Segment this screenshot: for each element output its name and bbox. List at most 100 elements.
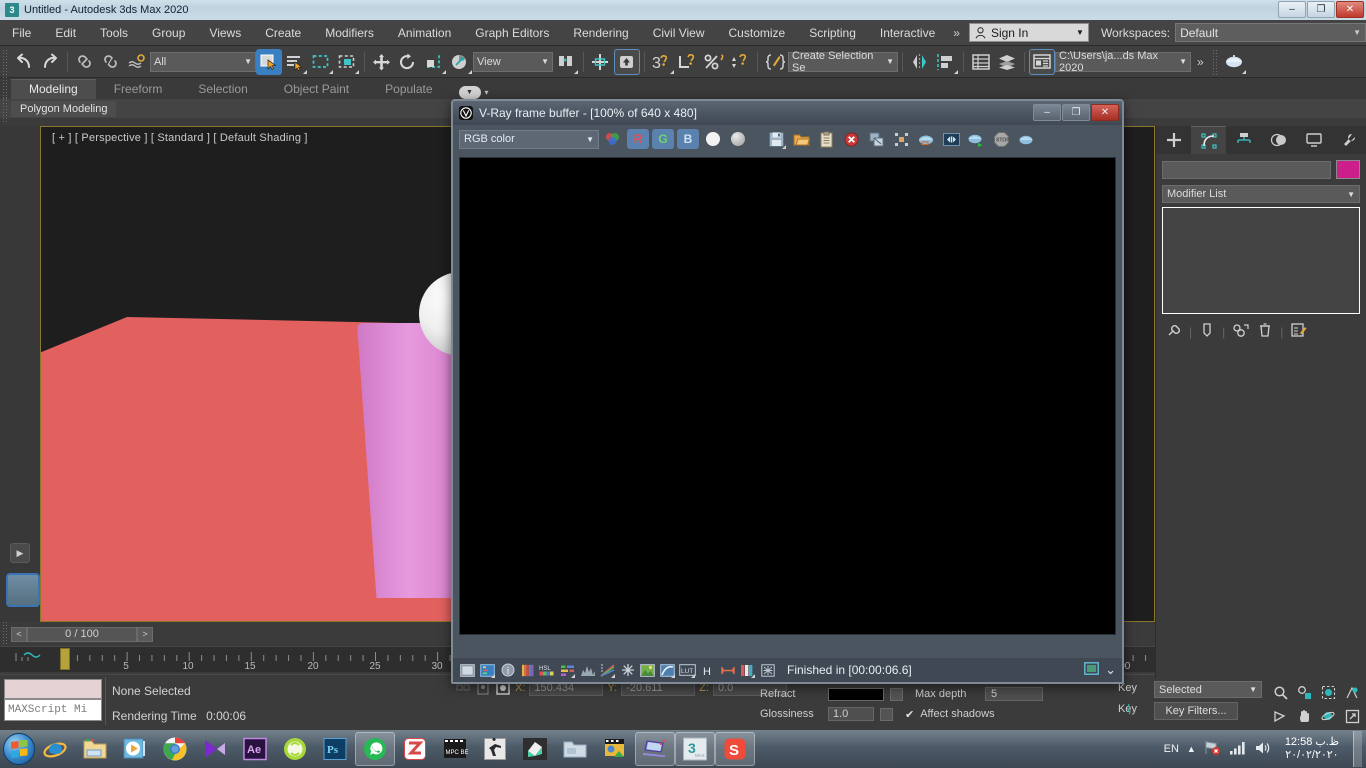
vfb-close-button[interactable]: ✕: [1091, 104, 1119, 121]
chevron-down-icon[interactable]: ▼: [1179, 57, 1187, 66]
media-player-icon[interactable]: [115, 732, 155, 766]
mirror-icon[interactable]: [907, 49, 933, 75]
toolbar-grip[interactable]: [2, 48, 9, 75]
named-selection-sets-icon[interactable]: [762, 49, 788, 75]
key-mode-dropdown[interactable]: Selected ▼: [1154, 681, 1262, 698]
menu-views[interactable]: Views: [197, 22, 253, 44]
whatsapp-icon[interactable]: [355, 732, 395, 766]
volume-icon[interactable]: [1254, 741, 1271, 758]
stop-render-icon[interactable]: STOP: [990, 128, 1012, 150]
zoom-all-icon[interactable]: [1292, 680, 1316, 704]
eraser-icon[interactable]: [515, 732, 555, 766]
close-button[interactable]: ✕: [1336, 1, 1364, 18]
window-crossing-toggle-icon[interactable]: [334, 49, 360, 75]
menu-scripting[interactable]: Scripting: [797, 22, 868, 44]
redo-icon[interactable]: [37, 49, 63, 75]
internet-explorer-icon[interactable]: [35, 732, 75, 766]
select-and-link-icon[interactable]: [72, 49, 98, 75]
spinner-snap-toggle-icon[interactable]: [727, 49, 753, 75]
monochrome-icon[interactable]: [727, 128, 749, 150]
green-channel-icon[interactable]: G: [652, 129, 674, 149]
prev-frame-button[interactable]: <: [11, 626, 27, 642]
start-orb[interactable]: [3, 733, 35, 765]
chevron-down-icon[interactable]: ▼: [586, 135, 594, 144]
rectangular-selection-region-icon[interactable]: [308, 49, 334, 75]
create-tab[interactable]: [1156, 126, 1191, 154]
tab-selection[interactable]: Selection: [180, 80, 265, 99]
set-key-icon[interactable]: ⌇: [1126, 702, 1132, 718]
vfb-restore-button[interactable]: ❐: [1062, 104, 1090, 121]
color-corrections-icon[interactable]: [479, 662, 496, 679]
vfb-stamp-icon[interactable]: [1084, 662, 1099, 678]
reference-coordinate-dropdown[interactable]: View ▼: [473, 51, 553, 72]
maximize-viewport-icon[interactable]: [1268, 704, 1292, 728]
time-slider-handle[interactable]: [60, 648, 70, 670]
chevron-down-icon[interactable]: ▼: [1353, 28, 1361, 37]
align-icon[interactable]: [933, 49, 959, 75]
menu-create[interactable]: Create: [253, 22, 313, 44]
mpc-be-icon[interactable]: MPC BE: [435, 732, 475, 766]
force-color-clamp-icon[interactable]: [759, 662, 776, 679]
select-and-rotate-icon[interactable]: [395, 49, 421, 75]
field-of-view-icon[interactable]: [1340, 680, 1364, 704]
menu-file[interactable]: File: [0, 22, 43, 44]
red-channel-icon[interactable]: R: [627, 129, 649, 149]
chevron-down-icon[interactable]: ▾: [485, 88, 489, 97]
maximize-viewport-toggle-icon[interactable]: [1340, 704, 1364, 728]
bind-to-space-warp-icon[interactable]: [124, 49, 150, 75]
background-image-icon[interactable]: [639, 662, 656, 679]
duplicate-vfb-icon[interactable]: [865, 128, 887, 150]
copy-to-clipboard-icon[interactable]: [815, 128, 837, 150]
zoom-icon[interactable]: [1268, 680, 1292, 704]
scene-explorer-icon[interactable]: [994, 49, 1020, 75]
viewport-cube-widget[interactable]: [6, 573, 40, 607]
lut-icon[interactable]: LUT: [679, 662, 696, 679]
frame-counter[interactable]: 0 / 100: [27, 626, 137, 642]
save-image-icon[interactable]: [765, 128, 787, 150]
unlink-selection-icon[interactable]: [98, 49, 124, 75]
network-error-icon[interactable]: [1204, 740, 1221, 758]
render-production-icon[interactable]: [1221, 49, 1247, 75]
maxscript-mini-listener[interactable]: MAXScript Mi: [4, 699, 102, 721]
menu-graph-editors[interactable]: Graph Editors: [463, 22, 561, 44]
folder-icon[interactable]: [555, 732, 595, 766]
sign-in-button[interactable]: Sign In ▼: [968, 23, 1089, 42]
photoshop-icon[interactable]: Ps: [315, 732, 355, 766]
after-effects-icon[interactable]: Ae: [235, 732, 275, 766]
modifier-list-dropdown[interactable]: Modifier List ▼: [1162, 185, 1360, 203]
chevron-down-icon[interactable]: ▼: [1347, 190, 1355, 199]
menu-overflow-icon[interactable]: »: [947, 26, 966, 40]
next-frame-button[interactable]: >: [137, 626, 153, 642]
blue-channel-icon[interactable]: B: [677, 129, 699, 149]
pin-stack-icon[interactable]: [1166, 322, 1182, 341]
show-desktop-button[interactable]: [1353, 731, 1362, 767]
project-path-dropdown[interactable]: C:\Users\ja...ds Max 2020 ▼: [1055, 50, 1191, 74]
render-setup-icon[interactable]: [1029, 48, 1055, 75]
layer-manager-icon[interactable]: [968, 49, 994, 75]
select-and-place-icon[interactable]: [614, 48, 640, 75]
configure-modifier-sets-icon[interactable]: [1290, 322, 1308, 341]
glossiness-map-button[interactable]: [880, 707, 893, 721]
make-unique-icon[interactable]: [1232, 322, 1250, 341]
modify-tab[interactable]: [1191, 126, 1226, 154]
refract-color-swatch[interactable]: [828, 687, 884, 701]
utilities-tab[interactable]: [1331, 126, 1366, 154]
menu-interactive[interactable]: Interactive: [868, 22, 947, 44]
chevron-down-icon[interactable]: ▼: [244, 57, 252, 66]
file-explorer-icon[interactable]: [75, 732, 115, 766]
potplayer-icon[interactable]: [195, 732, 235, 766]
vray-frame-buffer-window[interactable]: V-Ray frame buffer - [100% of 640 x 480]…: [451, 99, 1124, 684]
zarchiver-icon[interactable]: [395, 732, 435, 766]
chevron-down-icon[interactable]: ▼: [541, 57, 549, 66]
levels-icon[interactable]: [579, 662, 596, 679]
tab-populate[interactable]: Populate: [367, 80, 450, 99]
reference-coordinate-icon[interactable]: [447, 49, 473, 75]
render-region-teapot-icon[interactable]: [1015, 128, 1037, 150]
recycle-icon[interactable]: [275, 732, 315, 766]
hue-icon[interactable]: H: [699, 662, 716, 679]
select-by-name-icon[interactable]: [282, 49, 308, 75]
render-last-icon[interactable]: [915, 128, 937, 150]
toolbar-overflow-icon[interactable]: »: [1191, 55, 1210, 69]
vfb-channel-dropdown[interactable]: RGB color ▼: [459, 129, 599, 149]
chevron-down-icon[interactable]: ▼: [1249, 685, 1257, 694]
